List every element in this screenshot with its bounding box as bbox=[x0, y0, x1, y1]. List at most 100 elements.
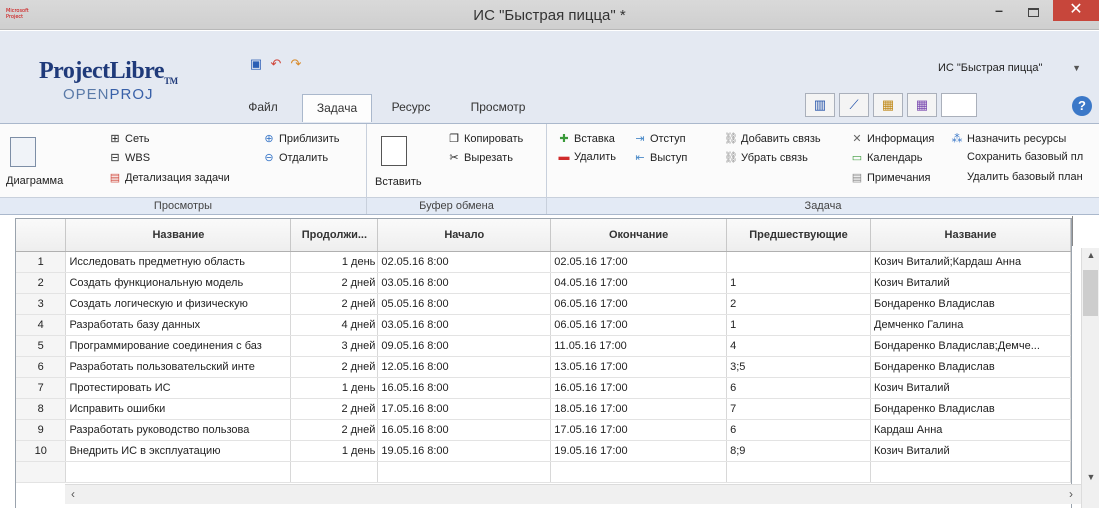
column-header[interactable]: Название bbox=[870, 219, 1071, 252]
cut-button[interactable]: ✂ Вырезать bbox=[447, 151, 513, 164]
table-cell[interactable]: 1 bbox=[16, 251, 67, 273]
notes-button[interactable]: ▤ Примечания bbox=[850, 171, 931, 184]
column-header[interactable] bbox=[16, 219, 67, 252]
table-cell[interactable]: 16.05.16 8:00 bbox=[377, 377, 552, 399]
table-cell[interactable]: 03.05.16 8:00 bbox=[377, 272, 552, 294]
zoom-out-button[interactable]: ⊖ Отдалить bbox=[262, 151, 328, 164]
table-row[interactable]: 3 Создать логическую и физическую 2 дней 05… bbox=[16, 293, 1071, 315]
table-cell[interactable] bbox=[726, 251, 871, 273]
table-cell[interactable]: 3 bbox=[16, 293, 67, 315]
table-cell[interactable]: 2 bbox=[16, 272, 67, 294]
table-cell[interactable]: 6 bbox=[726, 419, 871, 441]
scroll-right-icon[interactable]: › bbox=[1069, 487, 1073, 501]
table-row[interactable]: 8 Исправить ошибки 2 дней 17.05.16 8:00 18.0… bbox=[16, 398, 1071, 420]
table-row[interactable]: 10 Внедрить ИС в эксплуатацию 1 день 19.05.… bbox=[16, 440, 1071, 462]
table-cell[interactable]: 16.05.16 17:00 bbox=[550, 377, 728, 399]
table-cell[interactable]: 3;5 bbox=[726, 356, 871, 378]
minimize-button[interactable]: – bbox=[984, 2, 1014, 24]
redo-icon[interactable]: ↷ bbox=[288, 56, 304, 72]
table-cell[interactable]: 18.05.16 17:00 bbox=[550, 398, 728, 420]
table-cell[interactable]: Программирование соединения с баз bbox=[65, 335, 292, 357]
save-baseline-button[interactable]: Сохранить базовый пл bbox=[967, 151, 1083, 163]
table-cell[interactable]: 6 bbox=[16, 356, 67, 378]
zoom-in-button[interactable]: ⊕ Приблизить bbox=[262, 132, 339, 145]
blank-view-icon[interactable] bbox=[941, 93, 977, 117]
table-row-empty[interactable] bbox=[16, 461, 1071, 483]
table-cell[interactable]: 7 bbox=[726, 398, 871, 420]
assign-resources-button[interactable]: ⁂ Назначить ресурсы bbox=[950, 132, 1067, 145]
column-header[interactable]: Предшествующие bbox=[726, 219, 871, 252]
save-icon[interactable]: ▣ bbox=[248, 56, 264, 72]
table-cell[interactable]: 2 дней bbox=[290, 293, 379, 315]
indent-button[interactable]: ⇥ Отступ bbox=[633, 132, 685, 145]
table-cell[interactable]: 2 дней bbox=[290, 398, 379, 420]
tab-resource[interactable]: Ресурс bbox=[386, 94, 436, 122]
scroll-thumb[interactable] bbox=[1083, 270, 1098, 316]
table-cell[interactable]: 10 bbox=[16, 440, 67, 462]
network-button[interactable]: ⊞ Сеть bbox=[108, 132, 149, 145]
pane-splitter[interactable] bbox=[1072, 216, 1081, 246]
table-cell[interactable]: Козич Виталий;Кардаш Анна bbox=[870, 251, 1071, 273]
table-cell[interactable]: Разработать пользовательский инте bbox=[65, 356, 292, 378]
table-cell[interactable] bbox=[290, 461, 379, 483]
table-cell[interactable]: 1 день bbox=[290, 440, 379, 462]
table-cell[interactable]: 3 дней bbox=[290, 335, 379, 357]
table-row[interactable]: 9 Разработать руководство пользова 2 дней 1… bbox=[16, 419, 1071, 441]
table-cell[interactable]: 17.05.16 17:00 bbox=[550, 419, 728, 441]
column-header[interactable]: Название bbox=[65, 219, 292, 252]
table-cell[interactable]: 2 bbox=[726, 293, 871, 315]
table-cell[interactable]: 19.05.16 17:00 bbox=[550, 440, 728, 462]
table-cell[interactable]: 1 день bbox=[290, 377, 379, 399]
table-cell[interactable]: 03.05.16 8:00 bbox=[377, 314, 552, 336]
table-cell[interactable]: Создать логическую и физическую bbox=[65, 293, 292, 315]
table-cell[interactable]: 4 bbox=[726, 335, 871, 357]
scroll-left-icon[interactable]: ‹ bbox=[71, 487, 75, 501]
table-cell[interactable]: 2 дней bbox=[290, 272, 379, 294]
task-usage-icon[interactable]: ▦ bbox=[873, 93, 903, 117]
table-cell[interactable] bbox=[550, 461, 728, 483]
table-cell[interactable]: Бондаренко Владислав bbox=[870, 398, 1071, 420]
table-cell[interactable]: 17.05.16 8:00 bbox=[377, 398, 552, 420]
table-cell[interactable]: Бондаренко Владислав;Демче... bbox=[870, 335, 1071, 357]
resource-usage-icon[interactable]: ▦ bbox=[907, 93, 937, 117]
table-cell[interactable] bbox=[726, 461, 871, 483]
table-cell[interactable]: 02.05.16 8:00 bbox=[377, 251, 552, 273]
table-cell[interactable] bbox=[65, 461, 292, 483]
info-button[interactable]: ✕ Информация bbox=[850, 132, 934, 145]
project-select[interactable]: ИС "Быстрая пицца" ▼ bbox=[934, 57, 1085, 79]
table-cell[interactable]: 4 bbox=[16, 314, 67, 336]
column-header[interactable]: Начало bbox=[377, 219, 552, 252]
table-row[interactable]: 2 Создать функциональную модель 2 дней 03.0… bbox=[16, 272, 1071, 294]
table-cell[interactable]: 12.05.16 8:00 bbox=[377, 356, 552, 378]
table-cell[interactable]: 9 bbox=[16, 419, 67, 441]
table-cell[interactable]: 5 bbox=[16, 335, 67, 357]
table-cell[interactable]: Разработать базу данных bbox=[65, 314, 292, 336]
table-cell[interactable]: 2 дней bbox=[290, 419, 379, 441]
table-cell[interactable]: Создать функциональную модель bbox=[65, 272, 292, 294]
table-cell[interactable]: 8;9 bbox=[726, 440, 871, 462]
table-row[interactable]: 6 Разработать пользовательский инте 2 дней… bbox=[16, 356, 1071, 378]
table-cell[interactable] bbox=[870, 461, 1071, 483]
tab-file[interactable]: Файл bbox=[240, 94, 286, 122]
horizontal-scrollbar[interactable]: ‹ › bbox=[65, 484, 1081, 504]
table-cell[interactable]: 02.05.16 17:00 bbox=[550, 251, 728, 273]
table-cell[interactable]: 05.05.16 8:00 bbox=[377, 293, 552, 315]
table-cell[interactable]: Протестировать ИС bbox=[65, 377, 292, 399]
table-cell[interactable]: Козич Виталий bbox=[870, 272, 1071, 294]
column-header[interactable]: Продолжи... bbox=[290, 219, 379, 252]
table-cell[interactable]: 09.05.16 8:00 bbox=[377, 335, 552, 357]
help-icon[interactable]: ? bbox=[1072, 96, 1092, 116]
maximize-button[interactable] bbox=[1018, 4, 1048, 26]
add-link-button[interactable]: ⛓ Добавить связь bbox=[724, 132, 821, 145]
tab-task[interactable]: Задача bbox=[302, 94, 372, 122]
table-row[interactable]: 4 Разработать базу данных 4 дней 03.05.16 8… bbox=[16, 314, 1071, 336]
scroll-down-icon[interactable]: ▼ bbox=[1082, 472, 1099, 482]
resource-chart-icon[interactable]: ⟋ bbox=[839, 93, 869, 117]
table-cell[interactable]: 06.05.16 17:00 bbox=[550, 314, 728, 336]
table-cell[interactable]: 04.05.16 17:00 bbox=[550, 272, 728, 294]
vertical-scrollbar[interactable]: ▲ ▼ bbox=[1081, 248, 1099, 508]
table-cell[interactable]: 16.05.16 8:00 bbox=[377, 419, 552, 441]
scroll-up-icon[interactable]: ▲ bbox=[1082, 250, 1099, 260]
diagram-button[interactable]: Диаграмма bbox=[6, 175, 63, 187]
table-cell[interactable]: 13.05.16 17:00 bbox=[550, 356, 728, 378]
